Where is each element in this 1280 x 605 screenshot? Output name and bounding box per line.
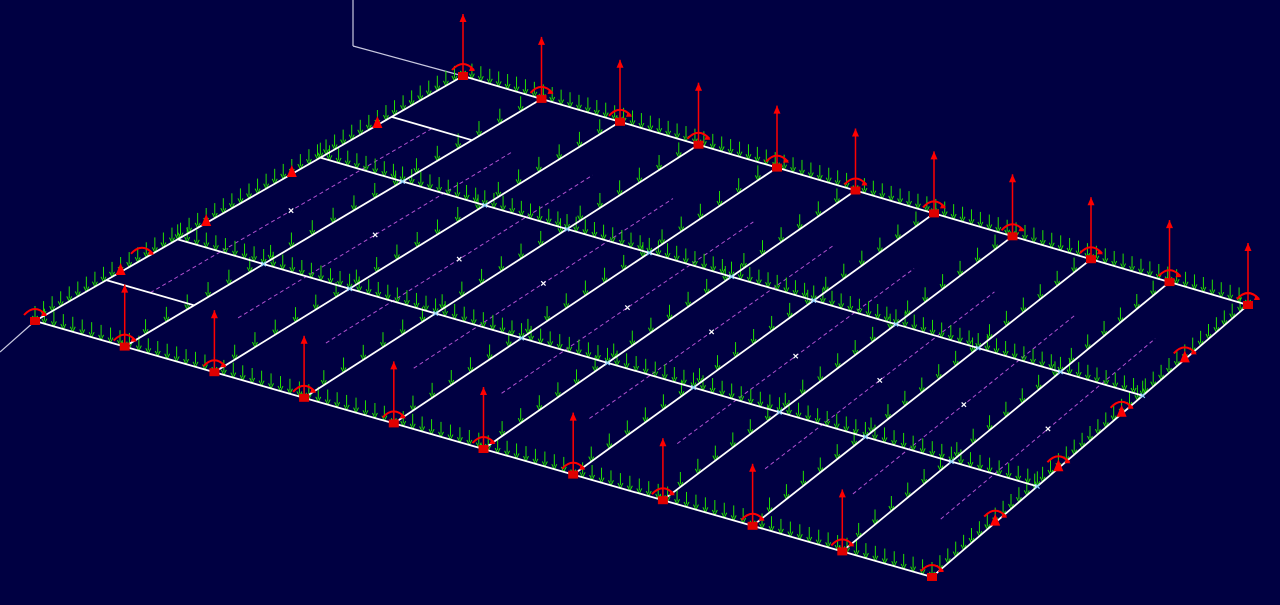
structural-model-canvas[interactable] — [0, 0, 1280, 605]
node-marker-icon — [1164, 278, 1175, 287]
node-marker-icon — [1007, 232, 1018, 241]
node-marker-icon — [850, 186, 861, 195]
node-marker-icon — [837, 547, 848, 556]
node-marker-icon — [458, 72, 468, 80]
node-marker-icon — [657, 496, 668, 505]
node-marker-icon — [1086, 255, 1096, 264]
node-marker-icon — [478, 445, 489, 453]
viewport-background — [0, 0, 1280, 605]
node-marker-icon — [772, 163, 782, 172]
node-marker-icon — [927, 573, 937, 581]
node-marker-icon — [693, 140, 704, 149]
node-marker-icon — [747, 521, 758, 530]
node-marker-icon — [1243, 301, 1253, 309]
node-marker-icon — [299, 393, 310, 402]
node-marker-icon — [30, 317, 40, 325]
node-marker-icon — [568, 470, 579, 479]
structural-model-viewport[interactable] — [0, 0, 1280, 605]
node-marker-icon — [388, 419, 399, 428]
node-marker-icon — [615, 117, 625, 126]
node-marker-icon — [929, 209, 939, 218]
node-marker-icon — [536, 94, 547, 103]
node-marker-icon — [119, 342, 130, 351]
node-marker-icon — [209, 368, 220, 377]
